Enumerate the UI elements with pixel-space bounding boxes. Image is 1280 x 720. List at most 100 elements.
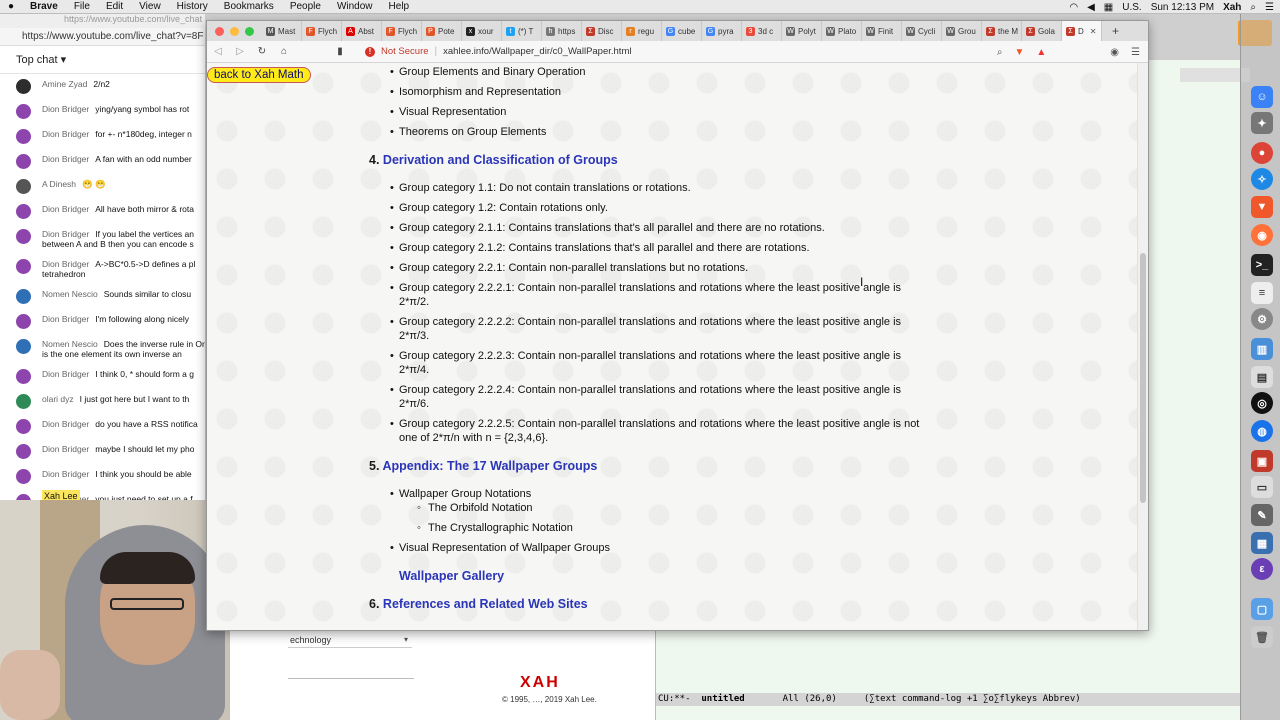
chat-author[interactable]: Dion Bridger [42,419,89,429]
zoom-icon[interactable]: ⌕ [997,47,1003,58]
browser-tab[interactable]: Gpyra [702,21,742,41]
browser-tab[interactable]: M Mast [262,21,302,41]
browser-tab[interactable]: x xour [462,21,502,41]
menu-icon[interactable]: ☰ [1131,47,1140,58]
calendar-icon[interactable]: ▤ [1251,366,1273,388]
menubar-user[interactable]: Xah [1223,2,1241,13]
new-tab-button[interactable]: + [1102,24,1119,38]
browser-tab[interactable]: W Grou [942,21,982,41]
browser-tab[interactable]: r regu [622,21,662,41]
launchpad-icon[interactable]: ✦ [1251,112,1273,134]
chat-author[interactable]: A Dinesh [42,179,76,189]
toc-link[interactable]: Theorems on Group Elements [399,126,546,138]
group-category-link[interactable]: Group category 2.2.2.3: Contain non-para… [399,350,901,376]
avatar[interactable] [16,204,31,219]
chat-author[interactable]: Nomen Nescio [42,339,98,349]
list-item[interactable]: Group category 2.2.1: Contain non-parall… [369,261,929,275]
photo-booth-icon[interactable]: ▣ [1251,450,1273,472]
wifi-icon[interactable]: ◠ [1069,2,1078,13]
browser-tab[interactable]: W Polyt [782,21,822,41]
list-item[interactable]: Group category 2.2.2.3: Contain non-para… [369,349,929,377]
list-item[interactable]: Group category 2.2.2.4: Contain non-para… [369,383,929,411]
avatar[interactable] [16,339,31,354]
group-category-link[interactable]: Group category 2.2.2.1: Contain non-para… [399,282,901,308]
list-item[interactable]: Visual Representation of Wallpaper Group… [369,541,929,555]
avatar[interactable] [16,179,31,194]
address-bar[interactable]: xahlee.info/Wallpaper_dir/c0_WallPaper.h… [443,46,631,57]
brave-rewards-icon[interactable]: ▲ [1036,47,1046,58]
toc-link[interactable]: Isomorphism and Representation [399,86,561,98]
close-tab-icon[interactable]: ✕ [1090,27,1097,36]
chat-author[interactable]: Dion Bridger [42,104,89,114]
page-scrollbar[interactable] [1137,63,1148,630]
chat-author[interactable]: Dion Bridger [42,259,89,269]
avatar[interactable] [16,369,31,384]
browser-tab[interactable]: h https [542,21,582,41]
maximize-window-button[interactable] [245,26,254,36]
list-item[interactable]: Wallpaper Group Notations [369,487,929,501]
apple-menu-icon[interactable]: ● [0,1,22,12]
list-item[interactable]: Group category 2.2.2.2: Contain non-para… [369,315,929,343]
browser-tab[interactable]: F Flych [302,21,342,41]
minimize-window-button[interactable] [230,26,239,36]
section5-link[interactable]: Appendix: The 17 Wallpaper Groups [382,459,597,473]
list-item[interactable]: Group Elements and Binary Operation [369,65,929,79]
group-category-link[interactable]: Group category 1.2: Contain rotations on… [399,202,608,214]
browser-tab[interactable]: A Abst [342,21,382,41]
back-button[interactable]: ◁ [207,46,229,57]
toc-link[interactable]: Visual Representation [399,106,506,118]
avatar[interactable] [16,469,31,484]
chat-author[interactable]: Dion Bridger [42,204,89,214]
list-item[interactable]: Group category 2.2.2.5: Contain non-para… [369,417,929,445]
list-item[interactable]: Group category 2.1.2: Contains translati… [369,241,929,255]
chat-author[interactable]: Dion Bridger [42,369,89,379]
downloads-folder-icon[interactable]: ▢ [1251,598,1273,620]
avatar[interactable] [16,259,31,274]
emacs-dock-icon[interactable]: ε [1251,558,1273,580]
flag-icon[interactable]: ▦ [1104,2,1113,13]
wallpaper-notations-link[interactable]: Wallpaper Group Notations [399,488,531,500]
menu-history[interactable]: History [169,1,216,12]
home-button[interactable]: ⌂ [273,46,295,57]
avatar[interactable] [16,154,31,169]
section4-link[interactable]: Derivation and Classification of Groups [383,153,618,167]
browser-tab[interactable]: W Cycli [902,21,942,41]
list-item[interactable]: Group category 2.2.2.1: Contain non-para… [369,281,929,309]
avatar[interactable] [16,104,31,119]
menu-file[interactable]: File [66,1,98,12]
chat-url[interactable]: https://www.youtube.com/live_chat?v=8F [0,28,205,46]
avatar[interactable] [16,419,31,434]
menubar-clock[interactable]: Sun 12:13 PM [1151,2,1214,13]
menu-bookmarks[interactable]: Bookmarks [216,1,282,12]
menu-app-name[interactable]: Brave [22,1,66,12]
spotlight-icon[interactable]: ⌕ [1250,2,1256,13]
chat-author[interactable]: Amine Zyad [42,79,87,89]
chat-author[interactable]: Dion Bridger [42,469,89,479]
toc-link[interactable]: Group Elements and Binary Operation [399,66,586,78]
chat-author[interactable]: Dion Bridger [42,129,89,139]
activity-monitor-icon[interactable]: ▥ [1251,338,1273,360]
menu-people[interactable]: People [282,1,329,12]
textedit-icon[interactable]: ≡ [1251,282,1273,304]
menu-view[interactable]: View [131,1,169,12]
volume-icon[interactable]: ◀ [1087,2,1095,13]
wallpaper-gallery-link[interactable]: Wallpaper Gallery [369,569,929,583]
avatar[interactable] [16,229,31,244]
list-item[interactable]: Group category 1.1: Do not contain trans… [369,181,929,195]
browser-tab[interactable]: Σ Disc [582,21,622,41]
brave-icon[interactable]: ▼ [1251,196,1273,218]
scrollbar-thumb[interactable] [1140,253,1146,503]
list-item[interactable]: The Crystallographic Notation [369,521,929,535]
profile-icon[interactable]: ◉ [1110,47,1119,58]
firefox-icon[interactable]: ◉ [1251,224,1273,246]
group-category-link[interactable]: Group category 2.2.1: Contain non-parall… [399,262,748,274]
system-preferences-icon[interactable]: ⚙ [1251,308,1273,330]
back-to-xah-math-link[interactable]: back to Xah Math [207,67,311,83]
visual-representation-link[interactable]: Visual Representation of Wallpaper Group… [399,542,610,554]
chat-author[interactable]: Dion Bridger [42,444,89,454]
list-item[interactable]: Group category 2.1.1: Contains translati… [369,221,929,235]
browser-tab[interactable]: Σthe M [982,21,1022,41]
avatar[interactable] [16,394,31,409]
crystallographic-notation-link[interactable]: The Crystallographic Notation [428,522,573,534]
group-category-link[interactable]: Group category 2.1.1: Contains translati… [399,222,825,234]
